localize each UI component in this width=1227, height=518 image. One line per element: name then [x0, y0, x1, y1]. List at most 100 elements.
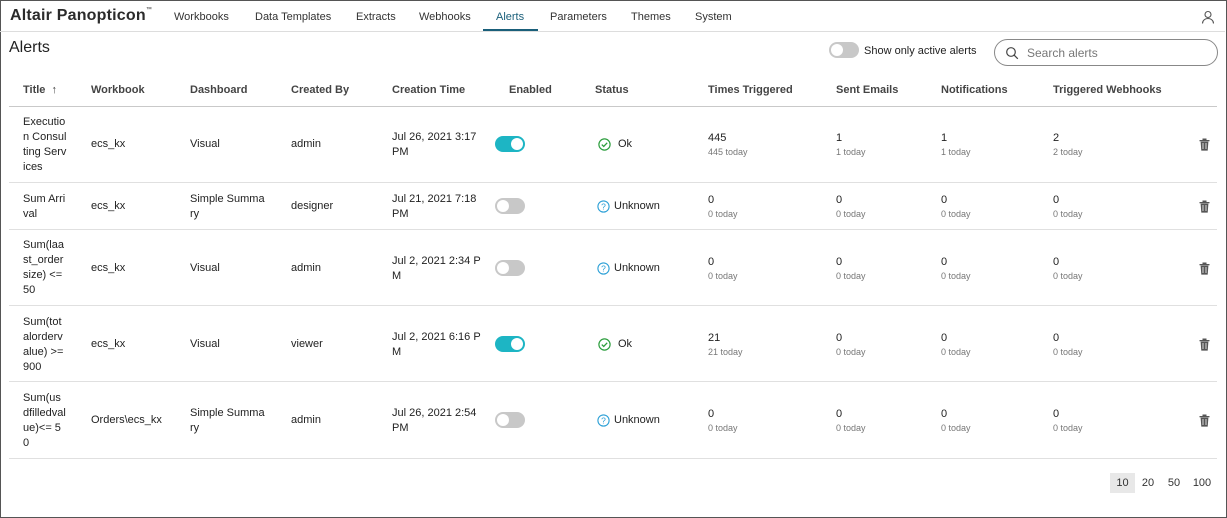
- page-size-50[interactable]: 50: [1163, 473, 1185, 493]
- search-input[interactable]: [1027, 43, 1207, 62]
- cell-title[interactable]: Sum Arrival: [23, 192, 67, 222]
- tab-alerts[interactable]: Alerts: [496, 0, 524, 32]
- column-header-enabled[interactable]: Enabled: [509, 84, 552, 96]
- cell-sent-emails: 00 today: [836, 332, 866, 357]
- cell-notifications: 00 today: [941, 256, 971, 281]
- app-logo: Altair Panopticon™: [10, 7, 153, 24]
- cell-notifications: 00 today: [941, 408, 971, 433]
- cell-workbook: ecs_kx: [91, 138, 126, 150]
- column-header-notifications[interactable]: Notifications: [941, 84, 1008, 96]
- cell-triggered-webhooks: 00 today: [1053, 194, 1083, 219]
- tab-extracts[interactable]: Extracts: [356, 0, 396, 32]
- question-circle-icon: ?: [597, 200, 610, 213]
- cell-triggered-webhooks: 00 today: [1053, 408, 1083, 433]
- cell-creation-time: Jul 26, 2021 3:17 PM: [392, 131, 477, 158]
- cell-sent-emails: 11 today: [836, 132, 866, 157]
- row-divider: [9, 182, 1217, 183]
- column-header-dashboard[interactable]: Dashboard: [190, 84, 247, 96]
- cell-created-by: admin: [291, 414, 321, 426]
- svg-text:?: ?: [601, 202, 606, 212]
- cell-workbook: ecs_kx: [91, 338, 126, 350]
- column-header-workbook[interactable]: Workbook: [91, 84, 145, 96]
- search-icon: [1006, 47, 1019, 60]
- show-active-alerts-toggle[interactable]: [829, 42, 859, 58]
- cell-triggered-webhooks: 00 today: [1053, 256, 1083, 281]
- cell-dashboard: Visual: [190, 262, 220, 274]
- cell-notifications: 00 today: [941, 194, 971, 219]
- cell-created-by: admin: [291, 138, 321, 150]
- cell-title[interactable]: Sum(usdfilledvalue)<= 50: [23, 391, 67, 451]
- trash-icon[interactable]: [1199, 138, 1210, 151]
- cell-times-triggered: 21 21 today: [708, 332, 743, 357]
- tab-workbooks[interactable]: Workbooks: [174, 0, 229, 32]
- toggle-knob: [511, 338, 523, 350]
- cell-notifications: 00 today: [941, 332, 971, 357]
- trash-icon[interactable]: [1199, 200, 1210, 213]
- page-size-100[interactable]: 100: [1188, 473, 1216, 493]
- tab-data-templates[interactable]: Data Templates: [255, 0, 331, 32]
- toggle-knob: [497, 414, 509, 426]
- header-divider: [9, 106, 1217, 107]
- cell-notifications: 11 today: [941, 132, 971, 157]
- sort-ascending-icon[interactable]: ↑: [51, 84, 57, 96]
- toggle-knob: [497, 262, 509, 274]
- column-header-created-by[interactable]: Created By: [291, 84, 349, 96]
- active-tab-indicator: [483, 29, 538, 31]
- app-frame: [0, 0, 1227, 518]
- cell-dashboard: Simple Summary: [190, 407, 265, 434]
- enabled-toggle[interactable]: [495, 198, 525, 214]
- enabled-toggle[interactable]: [495, 336, 525, 352]
- cell-times-triggered: 445 445 today: [708, 132, 748, 157]
- cell-workbook: ecs_kx: [91, 200, 126, 212]
- cell-dashboard: Visual: [190, 138, 220, 150]
- cell-creation-time: Jul 21, 2021 7:18 PM: [392, 193, 477, 220]
- row-divider: [9, 305, 1217, 306]
- tab-parameters[interactable]: Parameters: [550, 0, 607, 32]
- column-header-title[interactable]: Title ↑: [23, 84, 57, 96]
- column-header-creation-time[interactable]: Creation Time: [392, 84, 465, 96]
- toggle-knob: [497, 200, 509, 212]
- cell-sent-emails: 00 today: [836, 256, 866, 281]
- column-header-sent-emails[interactable]: Sent Emails: [836, 84, 898, 96]
- check-circle-icon: [598, 338, 611, 351]
- cell-title[interactable]: Sum(laast_ordersize) <= 50: [23, 238, 67, 298]
- cell-title[interactable]: Sum(totalordervalue) >= 900: [23, 315, 67, 375]
- toggle-knob: [831, 44, 843, 56]
- row-divider: [9, 381, 1217, 382]
- tab-themes[interactable]: Themes: [631, 0, 671, 32]
- cell-triggered-webhooks: 22 today: [1053, 132, 1083, 157]
- trash-icon[interactable]: [1199, 414, 1210, 427]
- row-divider: [9, 458, 1217, 459]
- page-size-10[interactable]: 10: [1110, 473, 1135, 493]
- svg-text:?: ?: [601, 264, 606, 274]
- cell-times-triggered: 00 today: [708, 256, 738, 281]
- tab-webhooks[interactable]: Webhooks: [419, 0, 471, 32]
- trash-icon[interactable]: [1199, 262, 1210, 275]
- cell-creation-time: Jul 2, 2021 6:16 PM: [392, 331, 481, 358]
- column-header-status[interactable]: Status: [595, 84, 629, 96]
- page-size-20[interactable]: 20: [1137, 473, 1159, 493]
- question-circle-icon: ?: [597, 262, 610, 275]
- trash-icon[interactable]: [1199, 338, 1210, 351]
- column-header-triggered-webhooks[interactable]: Triggered Webhooks: [1053, 84, 1162, 96]
- show-active-alerts-label: Show only active alerts: [864, 45, 977, 57]
- question-circle-icon: ?: [597, 414, 610, 427]
- cell-dashboard: Visual: [190, 338, 220, 350]
- cell-triggered-webhooks: 00 today: [1053, 332, 1083, 357]
- search-box: [994, 39, 1218, 66]
- cell-created-by: designer: [291, 200, 334, 212]
- cell-status: Ok: [618, 138, 633, 150]
- cell-title[interactable]: Execution Consulting Services: [23, 115, 67, 175]
- check-circle-icon: [598, 138, 611, 151]
- cell-created-by: viewer: [291, 338, 323, 350]
- enabled-toggle[interactable]: [495, 136, 525, 152]
- user-icon[interactable]: [1201, 10, 1215, 24]
- cell-status: Unknown: [614, 414, 660, 426]
- cell-creation-time: Jul 26, 2021 2:54 PM: [392, 407, 477, 434]
- enabled-toggle[interactable]: [495, 260, 525, 276]
- enabled-toggle[interactable]: [495, 412, 525, 428]
- tab-system[interactable]: System: [695, 0, 732, 32]
- cell-workbook: ecs_kx: [91, 262, 126, 274]
- top-nav-bar: Altair Panopticon™ Workbooks Data Templa…: [0, 0, 1225, 32]
- column-header-times-triggered[interactable]: Times Triggered: [708, 84, 793, 96]
